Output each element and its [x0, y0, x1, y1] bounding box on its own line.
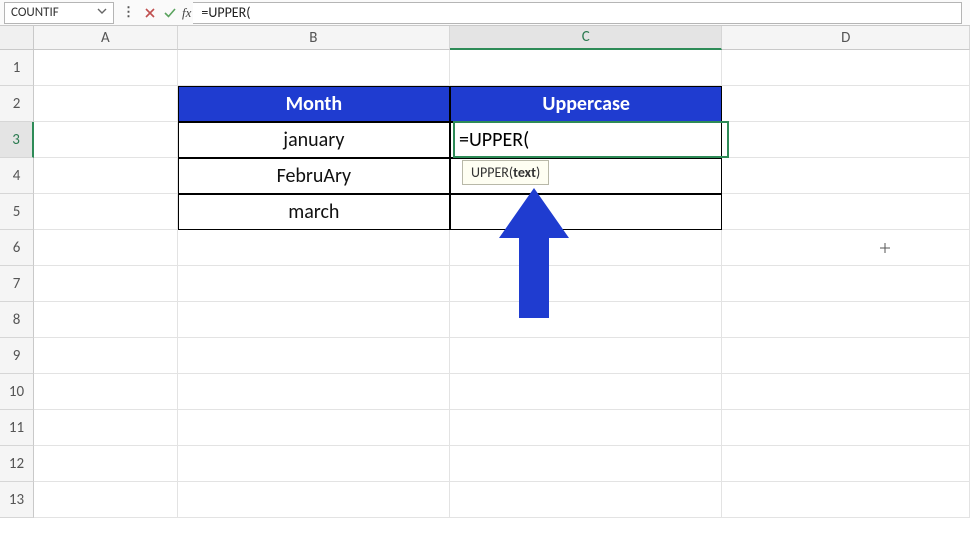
cell-C1[interactable] — [450, 50, 722, 86]
cell-D6[interactable] — [722, 230, 970, 266]
fx-icon[interactable]: fx — [180, 5, 193, 21]
row-header-8[interactable]: 8 — [0, 302, 34, 338]
vertical-dots-icon[interactable]: ⋮ — [118, 5, 140, 20]
cell-B9[interactable] — [178, 338, 450, 374]
row-header-2[interactable]: 2 — [0, 86, 34, 122]
cancel-button[interactable] — [140, 2, 160, 24]
cell-C7[interactable] — [450, 266, 722, 302]
annotation-arrow — [499, 188, 569, 318]
cell-B5[interactable]: march — [178, 194, 450, 230]
cell-D8[interactable] — [722, 302, 970, 338]
cell-A5[interactable] — [34, 194, 178, 230]
column-header-d[interactable]: D — [722, 26, 970, 50]
row-header-12[interactable]: 12 — [0, 446, 34, 482]
cell-A3[interactable] — [34, 122, 178, 158]
cell-D3[interactable] — [722, 122, 970, 158]
function-tooltip: UPPER(text) — [462, 160, 549, 185]
cell-A6[interactable] — [34, 230, 178, 266]
column-header-c[interactable]: C — [450, 26, 722, 50]
cell-C2[interactable]: Uppercase — [450, 86, 722, 122]
cell-D13[interactable] — [722, 482, 970, 518]
cell-D4[interactable] — [722, 158, 970, 194]
row-header-5[interactable]: 5 — [0, 194, 34, 230]
cell-D7[interactable] — [722, 266, 970, 302]
row-header-1[interactable]: 1 — [0, 50, 34, 86]
tooltip-arg: text — [513, 164, 536, 181]
cell-B8[interactable] — [178, 302, 450, 338]
row-header-9[interactable]: 9 — [0, 338, 34, 374]
cell-B4[interactable]: FebruAry — [178, 158, 450, 194]
cell-A12[interactable] — [34, 446, 178, 482]
cell-A11[interactable] — [34, 410, 178, 446]
row-header-11[interactable]: 11 — [0, 410, 34, 446]
cell-A10[interactable] — [34, 374, 178, 410]
cell-B1[interactable] — [178, 50, 450, 86]
cell-C11[interactable] — [450, 410, 722, 446]
row-header-4[interactable]: 4 — [0, 158, 34, 194]
cell-B6[interactable] — [178, 230, 450, 266]
row-header-3[interactable]: 3 — [0, 122, 34, 158]
cell-C3[interactable]: =UPPER( — [450, 122, 722, 158]
formula-input[interactable]: =UPPER( — [193, 2, 962, 24]
tooltip-fn: UPPER — [471, 164, 509, 181]
cell-D9[interactable] — [722, 338, 970, 374]
cell-D2[interactable] — [722, 86, 970, 122]
column-header-b[interactable]: B — [178, 26, 450, 50]
cell-A7[interactable] — [34, 266, 178, 302]
name-box[interactable]: COUNTIF — [4, 2, 114, 24]
formula-input-text: =UPPER( — [201, 4, 250, 21]
cell-C13[interactable] — [450, 482, 722, 518]
column-header-a[interactable]: A — [34, 26, 178, 50]
cell-editing-text: =UPPER( — [459, 128, 529, 152]
cell-B10[interactable] — [178, 374, 450, 410]
cell-B3[interactable]: january — [178, 122, 450, 158]
row-header-10[interactable]: 10 — [0, 374, 34, 410]
row-header-7[interactable]: 7 — [0, 266, 34, 302]
accept-button[interactable] — [160, 2, 180, 24]
cell-C12[interactable] — [450, 446, 722, 482]
cell-B2[interactable]: Month — [178, 86, 450, 122]
cell-C5[interactable] — [450, 194, 722, 230]
cell-D11[interactable] — [722, 410, 970, 446]
cell-A4[interactable] — [34, 158, 178, 194]
cell-B11[interactable] — [178, 410, 450, 446]
formula-bar: COUNTIF ⋮ fx =UPPER( — [0, 0, 970, 26]
cell-D5[interactable] — [722, 194, 970, 230]
name-box-value: COUNTIF — [11, 5, 59, 20]
select-all-corner[interactable] — [0, 26, 34, 50]
cell-cursor-icon — [879, 242, 891, 258]
chevron-down-icon[interactable] — [97, 5, 107, 20]
cell-B12[interactable] — [178, 446, 450, 482]
cell-B7[interactable] — [178, 266, 450, 302]
cell-C9[interactable] — [450, 338, 722, 374]
cell-D10[interactable] — [722, 374, 970, 410]
cell-A2[interactable] — [34, 86, 178, 122]
cell-B13[interactable] — [178, 482, 450, 518]
cell-C8[interactable] — [450, 302, 722, 338]
row-header-13[interactable]: 13 — [0, 482, 34, 518]
cell-C10[interactable] — [450, 374, 722, 410]
cell-A9[interactable] — [34, 338, 178, 374]
cell-D12[interactable] — [722, 446, 970, 482]
cell-A1[interactable] — [34, 50, 178, 86]
cell-A13[interactable] — [34, 482, 178, 518]
cell-D1[interactable] — [722, 50, 970, 86]
cell-A8[interactable] — [34, 302, 178, 338]
row-header-6[interactable]: 6 — [0, 230, 34, 266]
cell-C6[interactable] — [450, 230, 722, 266]
